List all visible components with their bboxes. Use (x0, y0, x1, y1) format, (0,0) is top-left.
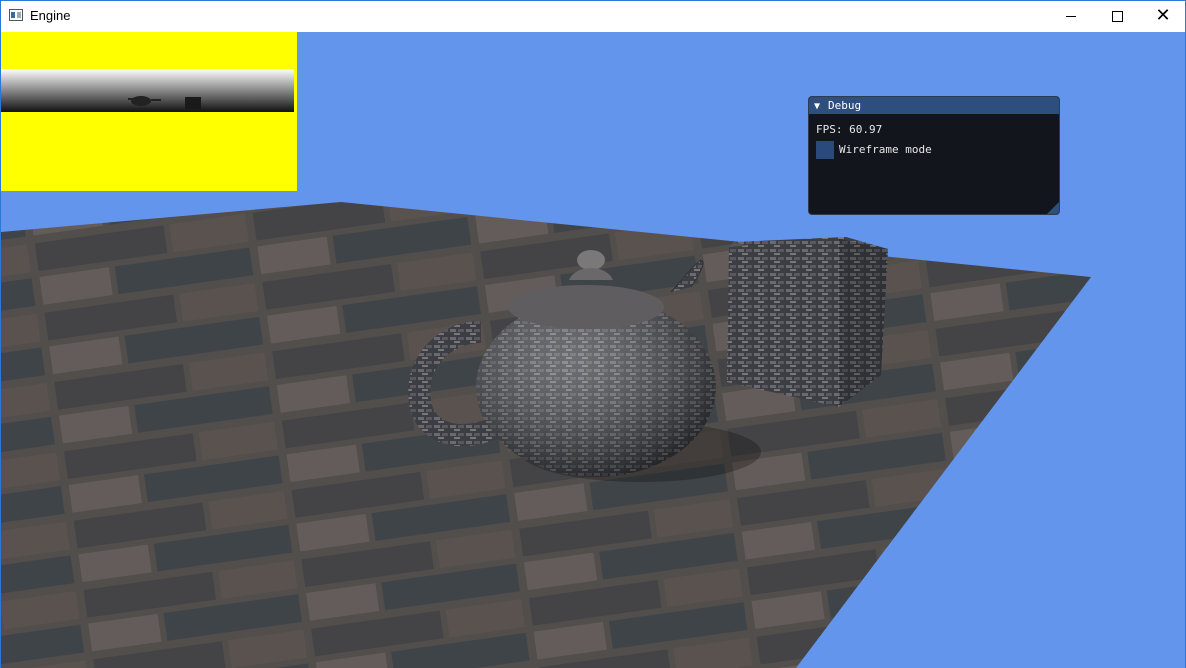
wireframe-label[interactable]: Wireframe mode (839, 143, 932, 156)
maximize-icon (1111, 10, 1123, 22)
debug-panel[interactable]: ▼ Debug FPS: 60.97 Wireframe mode (808, 96, 1060, 215)
resize-grip[interactable] (1047, 202, 1059, 214)
title-bar[interactable]: Engine ✕ (1, 1, 1185, 31)
wireframe-checkbox[interactable] (816, 141, 834, 159)
minimize-button[interactable] (1048, 1, 1094, 31)
depth-map-image (1, 69, 294, 112)
fps-readout: FPS: 60.97 (816, 123, 883, 136)
render-viewport[interactable]: ▼ Debug FPS: 60.97 Wireframe mode (1, 32, 1185, 668)
debug-title: Debug (828, 99, 862, 112)
minimize-icon (1066, 15, 1076, 17)
app-icon (9, 9, 23, 21)
window-title: Engine (30, 8, 71, 23)
triangle-down-icon[interactable]: ▼ (814, 98, 824, 115)
close-icon: ✕ (1155, 5, 1171, 26)
brick-cube (727, 237, 888, 407)
depth-preview (1, 32, 297, 191)
debug-title-bar[interactable]: ▼ Debug (809, 97, 1059, 114)
maximize-button[interactable] (1094, 1, 1140, 31)
close-button[interactable]: ✕ (1140, 1, 1186, 31)
app-window: Engine ✕ ▼ Debug FPS: 60.97 Wireframe mo… (0, 0, 1186, 668)
